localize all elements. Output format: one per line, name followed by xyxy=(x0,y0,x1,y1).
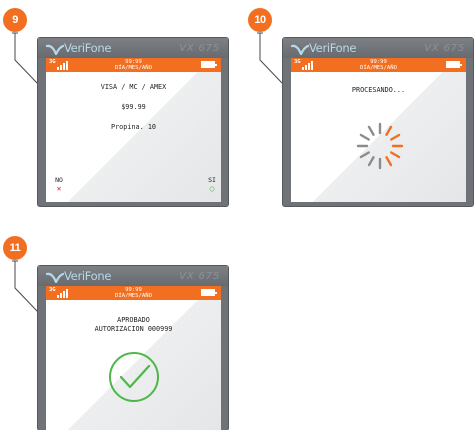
model-name: VX 675 xyxy=(424,43,465,54)
verifone-logo-icon xyxy=(46,272,64,283)
si-label: SI xyxy=(208,176,216,184)
status-bar: 3G 99:99 DÍA/MES/AÑO xyxy=(46,58,221,72)
model-name: VX 675 xyxy=(179,271,220,282)
si-softkey[interactable]: SI ○ xyxy=(205,176,219,193)
brand-name: VeriFone xyxy=(309,41,357,55)
spinner-tick xyxy=(390,151,401,159)
spinner-tick xyxy=(385,156,393,167)
card-types-text: VISA / MC / AMEX xyxy=(100,83,167,91)
terminal-screen-processing: VeriFone VX 675 3G 99:99 DÍA/MES/AÑO PRO… xyxy=(283,38,473,206)
brand-name: VeriFone xyxy=(64,41,112,55)
terminal-header: VeriFone VX 675 xyxy=(283,38,473,58)
terminal-screen-approved: VeriFone VX 675 3G 99:99 DÍA/MES/AÑO APR… xyxy=(38,266,228,430)
terminal-header: VeriFone VX 675 xyxy=(38,38,228,58)
amount-text: $99.99 xyxy=(121,103,146,111)
display: 3G 99:99 DÍA/MES/AÑO APROBADO AUTORIZACI… xyxy=(46,286,221,430)
ok-circle-icon: ○ xyxy=(209,184,215,193)
spinner-tick xyxy=(359,133,370,141)
cancel-x-icon: ✕ xyxy=(56,184,62,193)
terminal-screen-confirm: VeriFone VX 675 3G 99:99 DÍA/MES/AÑO VIS… xyxy=(38,38,228,206)
terminal-header: VeriFone VX 675 xyxy=(38,266,228,286)
status-bar: 3G 99:99 DÍA/MES/AÑO xyxy=(291,58,466,72)
battery-icon xyxy=(201,61,217,68)
display: 3G 99:99 DÍA/MES/AÑO PROCESANDO... xyxy=(291,58,466,202)
display: 3G 99:99 DÍA/MES/AÑO VISA / MC / AMEX $9… xyxy=(46,58,221,202)
spinner-tick xyxy=(367,156,375,167)
brand-name: VeriFone xyxy=(64,269,112,283)
model-name: VX 675 xyxy=(179,43,220,54)
verifone-logo-icon xyxy=(46,44,64,55)
status-date: DÍA/MES/AÑO xyxy=(114,65,153,71)
processing-text: PROCESANDO... xyxy=(351,86,406,94)
status-bar: 3G 99:99 DÍA/MES/AÑO xyxy=(46,286,221,300)
status-date: DÍA/MES/AÑO xyxy=(114,293,153,299)
approved-text: APROBADO xyxy=(117,316,150,324)
no-label: NO xyxy=(55,176,63,184)
spinner-icon xyxy=(356,122,404,170)
verifone-logo-icon xyxy=(291,44,309,55)
spinner-tick xyxy=(359,151,370,159)
battery-icon xyxy=(446,61,462,68)
no-softkey[interactable]: NO ✕ xyxy=(52,176,66,193)
spinner-tick xyxy=(385,125,393,136)
tip-text: Propina. 10 xyxy=(110,123,156,131)
battery-icon xyxy=(201,289,217,296)
authorization-text: AUTORIZACION 000999 xyxy=(94,325,173,333)
spinner-tick xyxy=(390,133,401,141)
check-circle-icon xyxy=(109,352,159,402)
status-date: DÍA/MES/AÑO xyxy=(359,65,398,71)
spinner-tick xyxy=(367,125,375,136)
